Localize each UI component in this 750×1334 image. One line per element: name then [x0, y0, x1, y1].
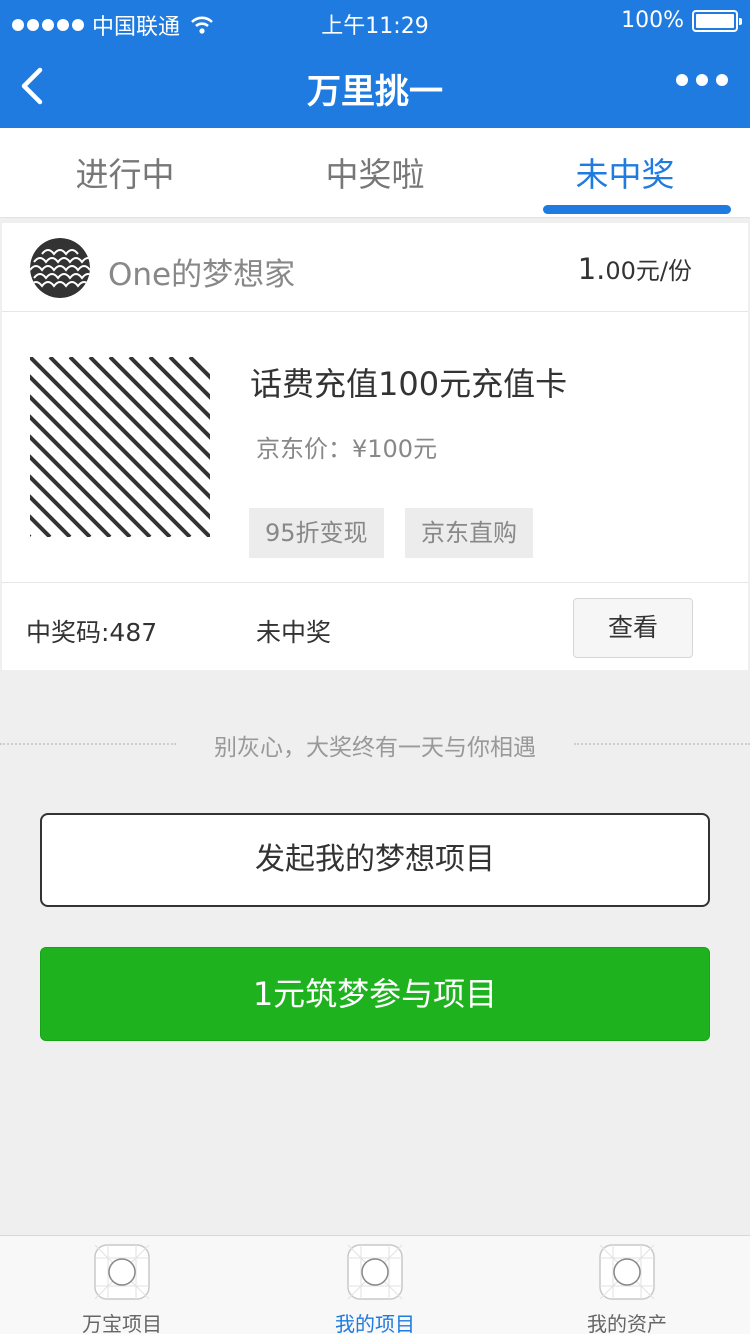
battery-percent: 100%: [621, 8, 684, 33]
draw-status: 未中奖: [256, 618, 332, 647]
tabbar-label: 我的资产: [587, 1312, 667, 1334]
tab-in-progress[interactable]: 进行中: [0, 148, 250, 196]
launch-project-button[interactable]: 发起我的梦想项目: [40, 813, 710, 907]
tabbar-item-my-projects[interactable]: 我的项目: [250, 1244, 500, 1334]
more-options-icon[interactable]: [676, 74, 728, 86]
tabbar-label: 万宝项目: [82, 1312, 162, 1334]
placeholder-app-icon: [94, 1244, 150, 1300]
tab-not-won[interactable]: 未中奖: [500, 148, 750, 196]
divider-line-right: [574, 743, 750, 745]
tabbar-label: 我的项目: [335, 1312, 415, 1334]
nav-bar: 万里挑一: [0, 44, 750, 128]
seller-name: One的梦想家: [108, 257, 296, 293]
page-title: 万里挑一: [307, 72, 443, 112]
product-image[interactable]: [30, 357, 210, 537]
price-main: 1.: [577, 252, 606, 286]
tabbar-item-my-assets[interactable]: 我的资产: [502, 1244, 750, 1334]
placeholder-app-icon: [599, 1244, 655, 1300]
placeholder-app-icon: [347, 1244, 403, 1300]
project-card: One的梦想家 1.00元/份 话费充值100元充值卡 京东价：¥100元 95…: [2, 223, 748, 670]
view-button[interactable]: 查看: [573, 598, 693, 658]
tab-won[interactable]: 中奖啦: [250, 148, 500, 196]
prize-code: 中奖码:487: [26, 618, 158, 647]
encouragement-divider: 别灰心，大奖终有一天与你相遇: [0, 728, 750, 761]
card-header: One的梦想家 1.00元/份: [2, 223, 748, 312]
tabbar-item-projects[interactable]: 万宝项目: [0, 1244, 247, 1334]
encouragement-text: 别灰心，大奖终有一天与你相遇: [214, 735, 536, 761]
battery-icon: [692, 9, 742, 32]
tag-discount-cash: 95折变现: [249, 508, 384, 558]
price-per-share: 1.00元/份: [578, 251, 692, 286]
tag-jd-direct: 京东直购: [405, 508, 533, 558]
product-title[interactable]: 话费充值100元充值卡: [250, 359, 567, 405]
jd-price: 京东价：¥100元: [256, 435, 438, 463]
status-bar: 中国联通 上午11:29 100%: [0, 0, 750, 44]
join-project-button[interactable]: 1元筑梦参与项目: [40, 947, 710, 1041]
bottom-tab-bar: 万宝项目 我的项目 我的资产: [0, 1235, 750, 1334]
seller-avatar-icon: [30, 238, 90, 298]
card-footer: 中奖码:487 未中奖 查看: [2, 582, 748, 670]
price-rest: 00元/份: [605, 257, 692, 285]
tab-bar-top: 进行中 中奖啦 未中奖: [0, 128, 750, 218]
tab-active-indicator: [543, 205, 731, 214]
